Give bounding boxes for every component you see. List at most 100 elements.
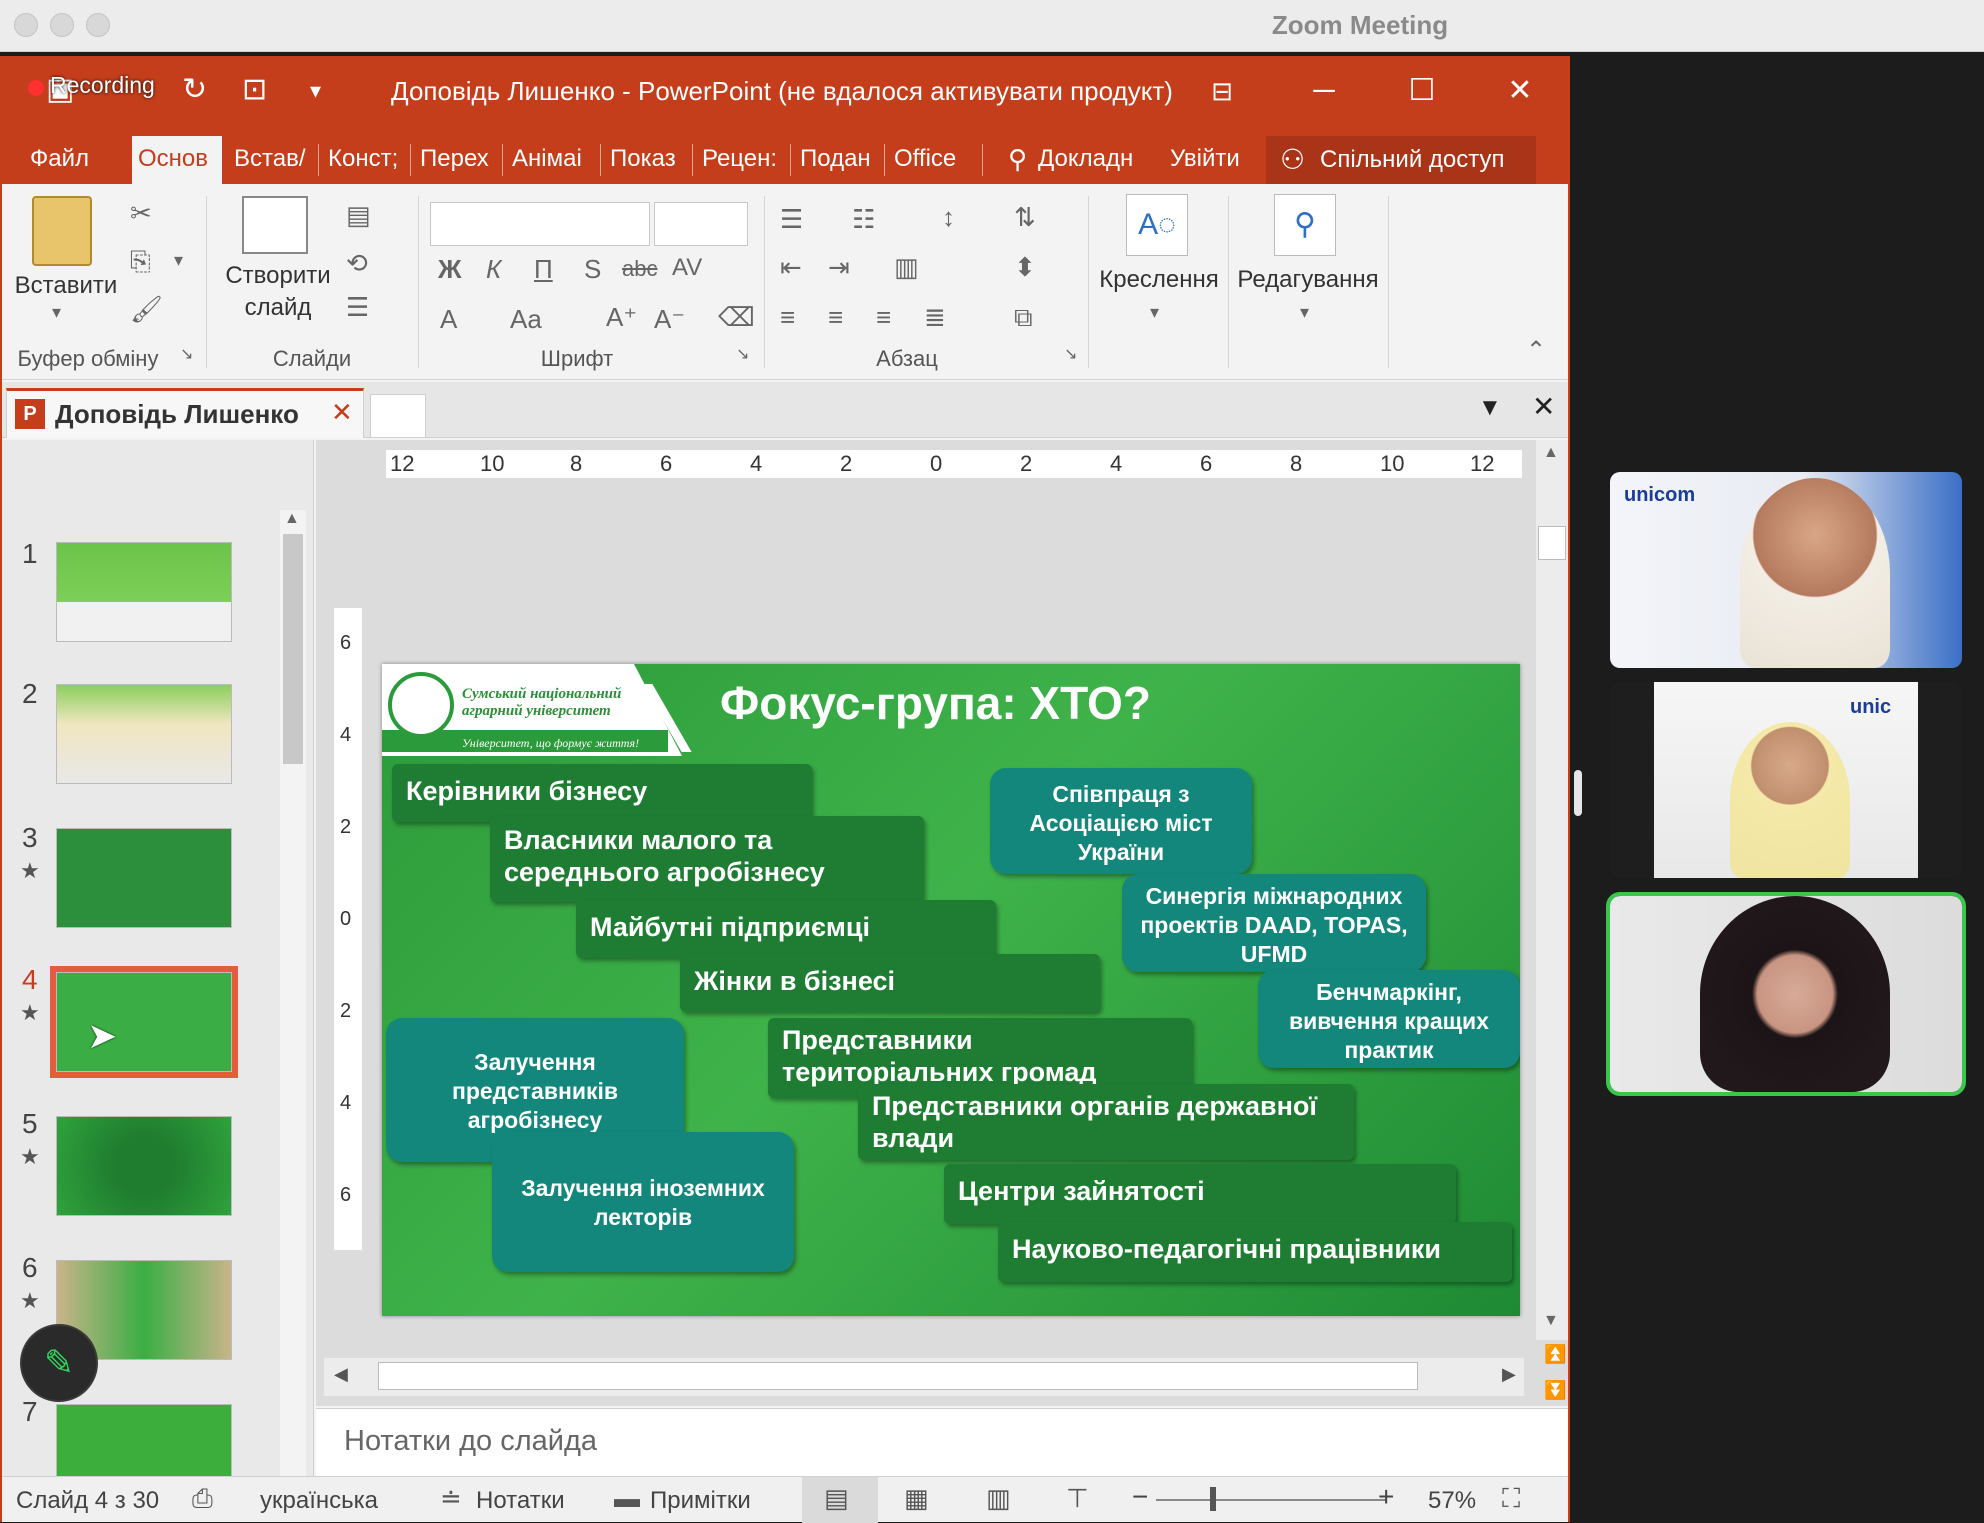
thumbnails-scrollbar[interactable]: ▲ ▼ [280, 510, 306, 1520]
editing-dropdown-icon[interactable]: ▾ [1300, 302, 1309, 323]
copy-dropdown-icon[interactable]: ▾ [174, 250, 183, 271]
collapse-ribbon-icon[interactable]: ⌃ [1526, 336, 1546, 365]
tab-transitions[interactable]: Перех [414, 136, 498, 184]
tab-design[interactable]: Конст; [322, 136, 406, 184]
close-button[interactable]: ✕ [1490, 68, 1550, 114]
scroll-left-icon[interactable]: ◀ [334, 1364, 348, 1385]
slide-thumbnail-3[interactable] [56, 828, 232, 928]
new-slide-icon[interactable] [242, 196, 308, 254]
slide-thumbnail-4[interactable]: ➤ [50, 966, 238, 1078]
text-direction-icon[interactable]: ⇅ [1014, 202, 1036, 233]
zoom-level[interactable]: 57% [1428, 1487, 1476, 1515]
spelling-check-icon[interactable]: ⎙ [192, 1483, 213, 1515]
align-right-icon[interactable]: ≡ [876, 302, 891, 333]
zoom-in-button[interactable]: + [1378, 1481, 1394, 1513]
smartart-icon[interactable]: ⧉ [1014, 302, 1033, 334]
zoom-out-button[interactable]: − [1132, 1481, 1148, 1513]
font-size-combo[interactable] [654, 202, 748, 246]
next-slide-icon[interactable]: ⏬ [1544, 1380, 1566, 1401]
repeat-icon[interactable]: ↻ [182, 72, 207, 107]
character-spacing-button[interactable]: AV [672, 254, 702, 282]
tab-office[interactable]: Office [888, 136, 978, 184]
drawing-dropdown-icon[interactable]: ▾ [1150, 302, 1159, 323]
horizontal-scroll-thumb[interactable] [378, 1362, 1418, 1390]
pencil-icon[interactable]: ✎ [20, 1324, 98, 1402]
panel-resize-handle[interactable] [1574, 770, 1582, 816]
comments-icon[interactable]: ▬ [614, 1483, 640, 1514]
window-minimize-dot[interactable] [50, 13, 74, 37]
minimize-button[interactable]: ─ [1294, 68, 1354, 114]
tell-me-search[interactable]: Докладн [1032, 136, 1152, 184]
language-indicator[interactable]: українська [260, 1487, 378, 1515]
slide-thumbnail-1[interactable] [56, 542, 232, 642]
paste-label[interactable]: Вставити [6, 270, 126, 302]
zoom-slider-knob[interactable] [1210, 1487, 1216, 1511]
scroll-up-icon[interactable]: ▲ [1543, 444, 1559, 462]
line-spacing-icon[interactable]: ↕ [942, 202, 955, 233]
shrink-font-icon[interactable]: A⁻ [654, 304, 685, 335]
new-tab-button[interactable] [370, 394, 426, 438]
tab-list-dropdown-icon[interactable]: ▼ [1478, 394, 1502, 422]
new-slide-label-1[interactable]: Створити [214, 260, 342, 292]
close-tab-icon[interactable]: ✕ [331, 397, 353, 428]
align-center-icon[interactable]: ≡ [828, 302, 843, 333]
new-slide-label-2[interactable]: слайд [214, 292, 342, 324]
tab-slideshow[interactable]: Показ [604, 136, 688, 184]
columns-icon[interactable]: ▥ [894, 252, 919, 283]
reset-icon[interactable]: ⟲ [346, 248, 368, 279]
start-slideshow-icon[interactable]: ⊡ [242, 72, 267, 107]
horizontal-scrollbar[interactable]: ◀ ▶ [324, 1358, 1524, 1396]
vertical-scroll-thumb[interactable] [1538, 526, 1566, 560]
tab-file[interactable]: Файл [24, 136, 95, 184]
justify-icon[interactable]: ≣ [924, 302, 946, 333]
participant-video-3[interactable] [1606, 892, 1966, 1096]
shadow-button[interactable]: S [584, 254, 601, 285]
reading-view-icon[interactable]: ▥ [986, 1483, 1011, 1514]
layout-icon[interactable]: ▤ [346, 200, 371, 231]
slide-notes-pane[interactable]: Нотатки до слайда [316, 1408, 1568, 1476]
participant-video-2[interactable]: unic [1610, 682, 1962, 878]
paste-icon[interactable] [32, 196, 92, 266]
numbering-icon[interactable]: ☷ [852, 204, 875, 235]
search-icon[interactable]: ⚲ [1274, 194, 1336, 256]
customize-qat-icon[interactable]: ▾ [310, 78, 321, 104]
editing-label[interactable]: Редагування [1234, 264, 1382, 296]
scroll-down-icon[interactable]: ▼ [1543, 1312, 1559, 1330]
section-icon[interactable]: ☰ [346, 292, 369, 323]
window-zoom-dot[interactable] [86, 13, 110, 37]
font-launcher-icon[interactable]: ↘ [736, 344, 749, 364]
slide-thumbnail-5[interactable] [56, 1116, 232, 1216]
font-name-combo[interactable] [430, 202, 650, 246]
notes-placeholder[interactable]: Нотатки до слайда [344, 1425, 597, 1458]
align-text-icon[interactable]: ⬍ [1014, 252, 1036, 283]
share-button[interactable]: ⚇ Спільний доступ [1266, 136, 1536, 184]
slideshow-view-icon[interactable]: ⊤ [1066, 1483, 1089, 1514]
scroll-right-icon[interactable]: ▶ [1502, 1364, 1516, 1385]
scroll-up-icon[interactable]: ▲ [284, 510, 300, 528]
tab-animations[interactable]: Анімаі [506, 136, 596, 184]
bullets-icon[interactable]: ☰ [780, 204, 803, 235]
underline-button[interactable]: П [534, 254, 553, 285]
tab-review[interactable]: Рецен: [696, 136, 786, 184]
clipboard-launcher-icon[interactable]: ↘ [180, 344, 193, 364]
notes-icon[interactable]: ≐ [440, 1483, 462, 1514]
tab-insert[interactable]: Встав/ [228, 136, 314, 184]
slide-canvas[interactable]: Сумський національний аграрний університ… [382, 664, 1520, 1316]
document-tab[interactable]: P Доповідь Лишенко ✕ [6, 388, 364, 438]
ribbon-display-options-icon[interactable]: ⊟ [1192, 68, 1252, 114]
zoom-slider-track[interactable] [1156, 1499, 1386, 1501]
thumbnails-scroll-thumb[interactable] [283, 534, 303, 764]
font-color-icon[interactable]: A [440, 304, 457, 335]
change-case-icon[interactable]: Aa [510, 304, 542, 335]
clear-formatting-icon[interactable]: ⌫ [718, 302, 755, 333]
vertical-scrollbar[interactable]: ▲ ▼ [1536, 440, 1568, 1340]
normal-view-icon[interactable]: ▤ [824, 1483, 849, 1514]
close-document-icon[interactable]: ✕ [1532, 390, 1555, 423]
comments-button[interactable]: Примітки [650, 1487, 751, 1515]
slide-thumbnail-2[interactable] [56, 684, 232, 784]
grow-font-icon[interactable]: A⁺ [606, 302, 637, 333]
paragraph-launcher-icon[interactable]: ↘ [1064, 344, 1077, 364]
align-left-icon[interactable]: ≡ [780, 302, 795, 333]
previous-slide-icon[interactable]: ⏫ [1544, 1344, 1566, 1365]
slide-sorter-icon[interactable]: ▦ [904, 1483, 929, 1514]
